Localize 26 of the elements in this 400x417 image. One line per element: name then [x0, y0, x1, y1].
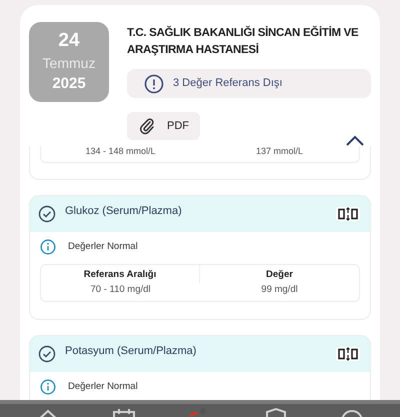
check-circle-icon [38, 345, 56, 363]
calendar-icon[interactable] [111, 407, 138, 417]
status-text: Değerler Normal [68, 380, 138, 394]
test-name: Potasyum (Serum/Plazma) [65, 344, 198, 359]
paperclip-icon [139, 117, 155, 135]
reference-range: 134 - 148 mmol/L [84, 146, 157, 157]
warning-text: 3 Değer Referans Dışı [173, 76, 282, 92]
pdf-button[interactable]: PDF [127, 112, 200, 140]
info-icon [40, 239, 56, 255]
month-name: Temmuz [42, 54, 96, 73]
check-circle-icon [38, 205, 56, 223]
result-value: 137 mmol/L [254, 146, 304, 157]
column-header: Referans Aralığı [41, 265, 200, 283]
column-header: Değer [265, 268, 294, 282]
year-number: 2025 [52, 74, 86, 94]
exclamation-icon [144, 74, 164, 94]
collapse-chevron-icon[interactable] [345, 135, 365, 147]
day-number: 24 [58, 29, 80, 53]
result-value: 99 mg/dl [260, 283, 299, 298]
reference-range: 70 - 110 mg/dl [89, 283, 152, 298]
info-icon [40, 379, 56, 395]
hospital-name: T.C. SAĞLIK BAKANLIĞI SİNCAN EĞİTİM VE ARAŞTIRMA HASTANESİ [127, 24, 360, 58]
compare-icon[interactable] [338, 347, 358, 361]
status-text: Değerler Normal [68, 240, 138, 254]
compare-icon[interactable] [338, 207, 358, 221]
test-name: Glukoz (Serum/Plazma) [65, 204, 183, 219]
